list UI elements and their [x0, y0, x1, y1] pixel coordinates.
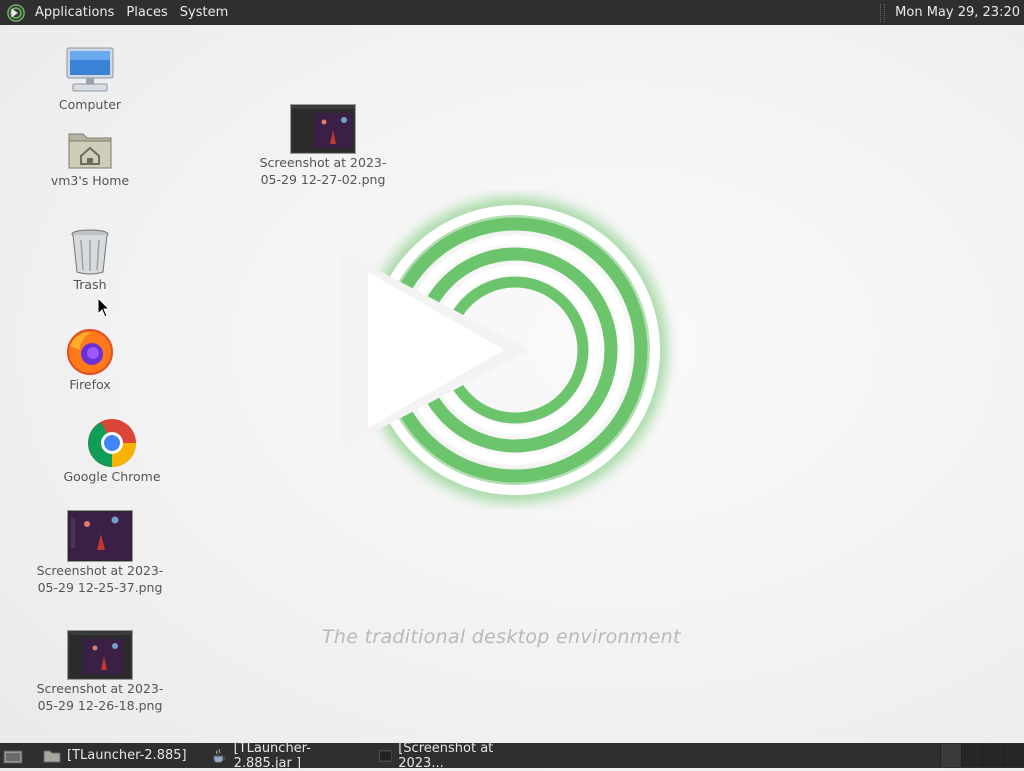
wallpaper-tagline: The traditional desktop environment	[322, 626, 681, 648]
workspace-switcher	[940, 743, 1024, 768]
desktop-icon-label: Computer	[58, 97, 122, 112]
desktop-icon-label: vm3's Home	[50, 173, 130, 188]
home-folder-icon	[68, 133, 112, 169]
workspace-2[interactable]	[961, 744, 982, 767]
taskbar-item-label: [TLauncher-2.885.jar ]	[233, 740, 311, 771]
image-thumbnail-icon	[290, 104, 356, 154]
mouse-cursor-icon	[97, 297, 111, 318]
firefox-icon	[67, 329, 113, 375]
desktop-icon-label: Firefox	[69, 377, 111, 392]
image-thumbnail-icon	[67, 630, 133, 680]
main-menu: Applications Places System	[0, 0, 234, 25]
places-menu[interactable]: Places	[120, 0, 173, 25]
desktop-icon-home[interactable]: vm3's Home	[45, 128, 135, 189]
chrome-icon	[88, 419, 137, 467]
folder-icon	[43, 750, 61, 762]
taskbar-item-screenshot[interactable]: [Screenshot at 2023...	[373, 740, 541, 771]
show-desktop-icon[interactable]	[3, 748, 23, 764]
desktop-icon-screenshot-2[interactable]: Screenshot at 2023- 05-29 12-26-18.png	[34, 630, 166, 714]
computer-icon	[66, 47, 114, 92]
taskbar-item-tlauncher-jar[interactable]: [TLauncher-2.885.jar ]	[205, 740, 373, 771]
bottom-panel: [TLauncher-2.885] [TLauncher-2.885.jar ]…	[0, 740, 1024, 771]
desktop-icon-label: Trash	[73, 277, 107, 292]
desktop-icon-screenshot-1[interactable]: Screenshot at 2023- 05-29 12-25-37.png	[34, 510, 166, 596]
top-panel: Applications Places System Mon May 29, 2…	[0, 0, 1024, 25]
desktop-icon-trash[interactable]: Trash	[50, 228, 130, 293]
mate-logo-icon[interactable]	[7, 3, 25, 22]
desktop-icon-label: Screenshot at 2023- 05-29 12-26-18.png	[36, 681, 164, 713]
top-panel-right: Mon May 29, 23:20	[880, 0, 1024, 25]
workspace-4[interactable]	[1003, 744, 1024, 767]
java-icon	[213, 748, 226, 763]
workspace-1[interactable]	[940, 744, 961, 767]
panel-handle	[880, 3, 886, 22]
clock[interactable]: Mon May 29, 23:20	[889, 0, 1024, 25]
taskbar-item-label: [TLauncher-2.885]	[67, 748, 187, 763]
mate-wallpaper-logo	[340, 197, 668, 503]
system-menu[interactable]: System	[174, 0, 234, 25]
taskbar-item-tlauncher-folder[interactable]: [TLauncher-2.885]	[37, 743, 205, 768]
desktop-icon-computer[interactable]: Computer	[50, 46, 130, 113]
desktop-icon-label: Screenshot at 2023- 05-29 12-25-37.png	[36, 563, 164, 595]
workspace-3[interactable]	[982, 744, 1003, 767]
desktop-icon-firefox[interactable]: Firefox	[50, 328, 130, 393]
desktop-icon-screenshot-3[interactable]: Screenshot at 2023- 05-29 12-27-02.png	[257, 104, 389, 188]
taskbar-item-label: [Screenshot at 2023...	[398, 740, 494, 771]
desktop-icon-label: Google Chrome	[63, 469, 161, 484]
applications-menu[interactable]: Applications	[29, 0, 120, 25]
desktop-icon-label: Screenshot at 2023- 05-29 12-27-02.png	[259, 155, 387, 187]
desktop-icon-chrome[interactable]: Google Chrome	[62, 418, 162, 485]
image-thumbnail-icon	[67, 510, 133, 562]
terminal-icon	[379, 749, 393, 762]
trash-icon	[71, 229, 109, 275]
